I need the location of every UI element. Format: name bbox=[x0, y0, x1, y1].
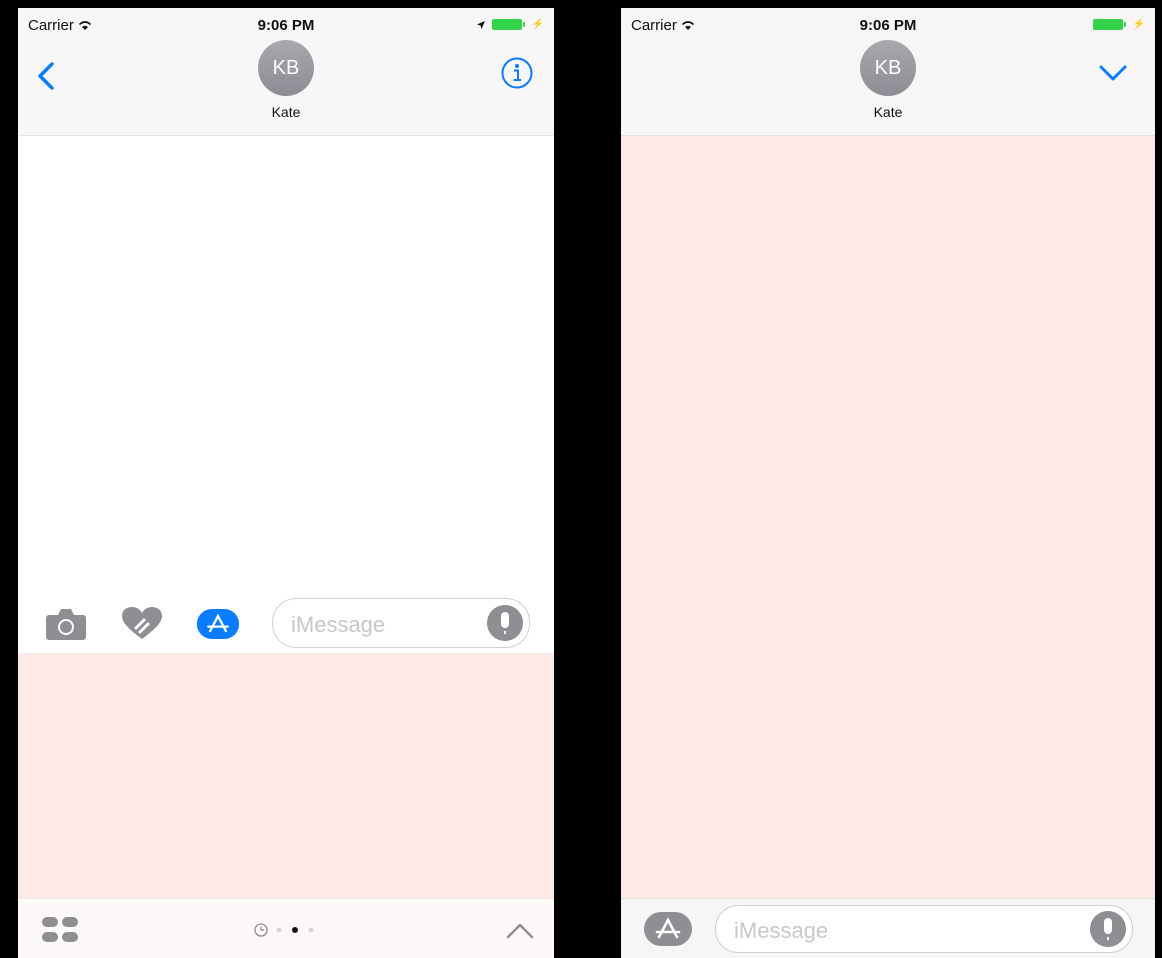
conversation-area bbox=[18, 136, 554, 596]
status-bar: Carrier 9:06 PM ⚡ bbox=[18, 8, 554, 42]
grid-icon[interactable] bbox=[40, 915, 80, 945]
imessage-placeholder: iMessage bbox=[734, 918, 829, 943]
imessage-input[interactable]: iMessage bbox=[715, 905, 1133, 953]
app-drawer-bar bbox=[18, 898, 554, 958]
microphone-icon[interactable] bbox=[1090, 911, 1126, 947]
heart-icon[interactable] bbox=[120, 606, 164, 642]
app-store-icon[interactable] bbox=[196, 606, 240, 642]
page-dot-active bbox=[292, 927, 298, 933]
app-store-icon[interactable] bbox=[643, 911, 693, 947]
location-arrow-icon bbox=[476, 20, 485, 29]
message-input-bar: iMessage bbox=[621, 898, 1155, 958]
page-dot bbox=[308, 927, 314, 933]
conversation-header: Carrier 9:06 PM ⚡ KB Kate bbox=[18, 8, 554, 136]
avatar-initials: KB bbox=[272, 57, 300, 79]
contact-name[interactable]: Kate bbox=[18, 104, 554, 120]
imessage-placeholder: iMessage bbox=[291, 612, 386, 637]
status-bar: Carrier 9:06 PM ⚡ bbox=[621, 8, 1155, 42]
battery-icon bbox=[1092, 19, 1126, 30]
charging-icon: ⚡ bbox=[531, 19, 544, 30]
chevron-down-icon[interactable] bbox=[1097, 62, 1129, 84]
status-right-indicators: ⚡ bbox=[476, 19, 544, 30]
status-time: 9:06 PM bbox=[859, 17, 917, 34]
battery-icon bbox=[491, 19, 525, 30]
conversation-header: Carrier 9:06 PM ⚡ KB Kate bbox=[621, 8, 1155, 136]
charging-icon: ⚡ bbox=[1132, 19, 1145, 30]
info-icon[interactable] bbox=[500, 56, 534, 90]
chevron-up-icon[interactable] bbox=[504, 919, 536, 941]
app-drawer bbox=[18, 653, 554, 899]
status-right-indicators: ⚡ bbox=[1092, 19, 1145, 30]
status-time: 9:06 PM bbox=[257, 17, 315, 34]
back-button[interactable] bbox=[34, 60, 58, 92]
messages-screen-left: Carrier 9:06 PM ⚡ KB Kate iMessage bbox=[18, 8, 554, 958]
camera-icon[interactable] bbox=[44, 606, 88, 642]
contact-avatar[interactable]: KB bbox=[860, 40, 916, 96]
message-input-bar: iMessage bbox=[18, 596, 554, 653]
contact-avatar[interactable]: KB bbox=[258, 40, 314, 96]
imessage-input[interactable]: iMessage bbox=[272, 598, 530, 648]
page-indicator[interactable] bbox=[252, 921, 322, 939]
page-dot bbox=[276, 927, 282, 933]
messages-screen-right: Carrier 9:06 PM ⚡ KB Kate iMessage bbox=[621, 8, 1155, 958]
contact-name[interactable]: Kate bbox=[621, 104, 1155, 120]
avatar-initials: KB bbox=[874, 57, 902, 79]
microphone-icon[interactable] bbox=[487, 605, 523, 641]
